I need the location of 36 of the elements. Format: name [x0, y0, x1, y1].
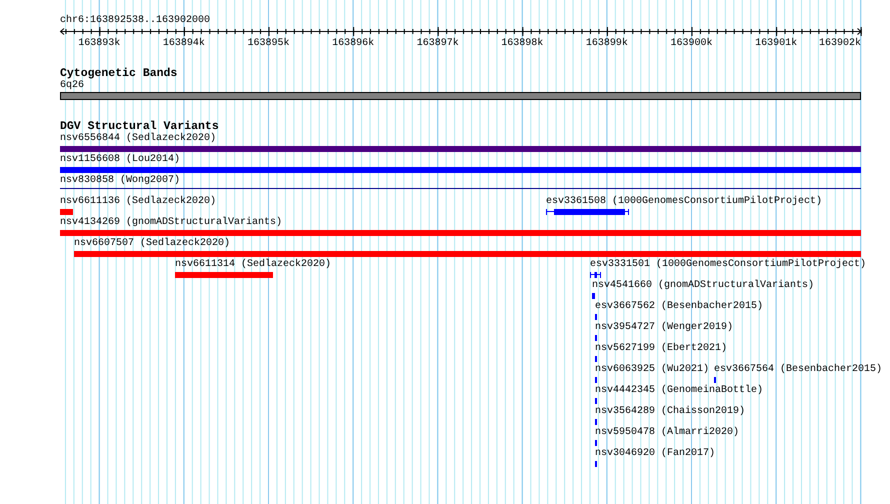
variant-label: nsv6611136 (Sedlazeck2020)	[60, 196, 216, 208]
variant-label: nsv4442345 (GenomeinaBottle)	[595, 385, 764, 397]
variant-label: esv3667564 (Besenbacher2015)	[714, 364, 882, 376]
ruler-tick-label: 163900k	[670, 38, 712, 49]
ruler-tick-label: 163901k	[755, 38, 798, 49]
variant-label: nsv3954727 (Wenger2019)	[595, 322, 734, 334]
location-label: chr6:163892538..163902000	[60, 15, 212, 27]
variant-label: nsv1156608 (Lou2014)	[60, 154, 180, 166]
variant-label: esv3331501 (1000GenomesConsortiumPilotProject)	[590, 259, 866, 271]
variant-label: nsv3046920 (Fan2017)	[595, 448, 716, 460]
variant-label: nsv6607507 (Sedlazeck2020)	[74, 238, 230, 250]
variant-label: nsv5627199 (Ebert2021)	[595, 343, 728, 355]
ruler-tick-label: 163898k	[501, 38, 544, 49]
variant-label: esv3667562 (Besenbacher2015)	[595, 301, 764, 313]
variant-bar[interactable]	[546, 208, 629, 216]
variant-label: nsv5950478 (Almarri2020)	[595, 427, 740, 439]
track-title: DGV Structural Variants	[60, 121, 220, 133]
ruler-tick-label: 163893k	[78, 38, 120, 49]
variant-label: nsv6063925 (Wu2021)	[595, 364, 710, 376]
ruler-tick-label: 163894k	[162, 38, 205, 49]
ruler-tick-label: 163895k	[248, 38, 290, 49]
track-title: Cytogenetic Bands	[60, 68, 178, 80]
ruler-tick-label: 163902k	[819, 38, 861, 49]
variant-label: esv3361508 (1000GenomesConsortiumPilotProject)	[546, 196, 822, 208]
band-label: 6q26	[60, 80, 86, 92]
variant-line[interactable]	[60, 188, 861, 189]
variant-label: nsv830858 (Wong2007)	[60, 175, 180, 187]
variant-label: nsv6611314 (Sedlazeck2020)	[175, 259, 332, 271]
variant-label: nsv6556844 (Sedlazeck2020)	[60, 133, 216, 145]
variant-label: nsv4541660 (gnomADStructuralVariants)	[592, 280, 814, 292]
ruler-tick-label: 163899k	[586, 38, 628, 49]
variant-label: nsv4134269 (gnomADStructuralVariants)	[60, 217, 282, 229]
variant-bar[interactable]	[590, 271, 601, 279]
ruler-tick-label: 163897k	[416, 38, 459, 49]
variant-label: nsv3564289 (Chaisson2019)	[595, 406, 746, 418]
ruler-tick-label: 163896k	[332, 38, 374, 49]
